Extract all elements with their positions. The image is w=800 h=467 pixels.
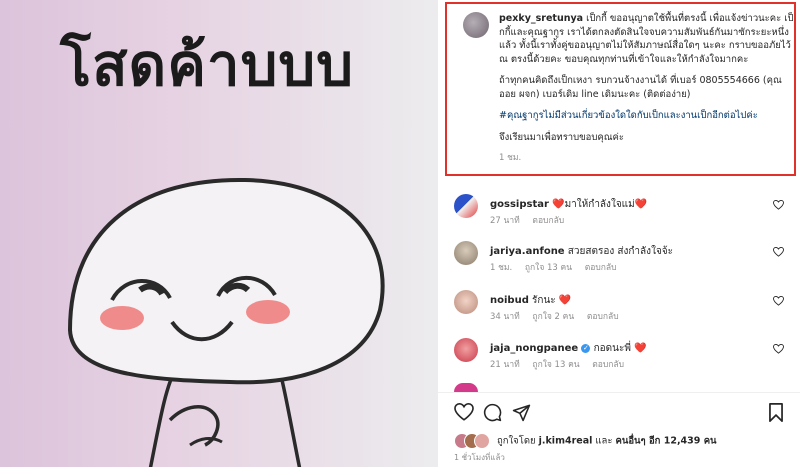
comment-avatar[interactable] <box>454 194 478 218</box>
likes-others[interactable]: คนอื่นๆ อีก 12,439 คน <box>616 436 717 447</box>
smiling-blob-sticker <box>67 177 385 467</box>
divider <box>438 392 800 393</box>
comment-item: jaja_nongpanee ✓ กอดนะพี่ ❤️ 21 นาที ถูก… <box>438 338 800 378</box>
comment-item: jariya.anfone สวยสตรอง ส่งกำลังใจจ้ะ 1 ช… <box>438 241 800 281</box>
caption-closing: จึงเรียนมาเพื่อทราบขอบคุณค่ะ <box>499 131 625 143</box>
heart-outline-icon[interactable] <box>773 344 784 354</box>
reply-button[interactable]: ตอบกลับ <box>587 312 619 322</box>
caption-timestamp: 1 ชม. <box>499 153 522 163</box>
verified-badge-icon: ✓ <box>581 344 591 353</box>
comment-time: 21 นาที <box>490 360 520 370</box>
comment-username[interactable]: gossipstar <box>490 199 549 210</box>
comment-likes[interactable]: ถูกใจ 13 คน <box>525 263 572 273</box>
post-sidebar: pexky_sretunya เป็กกี้ ขออนุญาตใช้พื้นที… <box>438 0 800 467</box>
heart-icon[interactable] <box>454 403 474 421</box>
reply-button[interactable]: ตอบกลับ <box>532 216 564 226</box>
caption-author-avatar[interactable] <box>463 12 489 38</box>
comment-username[interactable]: jariya.anfone <box>490 246 565 257</box>
comment-username[interactable]: jaja_nongpanee <box>490 343 578 354</box>
comment-avatar[interactable] <box>454 290 478 314</box>
comment-time: 34 นาที <box>490 312 520 322</box>
caption-paragraph-2: ถ้าทุกคนคิดถึงเป็กเหงา รบกวนจ้างงานได้ ท… <box>499 75 782 100</box>
comment-avatar[interactable] <box>454 338 478 362</box>
comment-time: 1 ชม. <box>490 263 513 273</box>
comment-text: สวยสตรอง ส่งกำลังใจจ้ะ <box>567 246 674 257</box>
caption-highlight: pexky_sretunya เป็กกี้ ขออนุญาตใช้พื้นที… <box>445 2 796 176</box>
comment-text: ❤️มาให้กำลังใจแม่❤️ <box>552 199 648 210</box>
comment-item: noibud รักนะ ❤️ 34 นาที ถูกใจ 2 คน ตอบกล… <box>438 290 800 330</box>
share-icon[interactable] <box>512 403 531 422</box>
comment-likes[interactable]: ถูกใจ 13 คน <box>532 360 579 370</box>
likes-user[interactable]: j.kim4real <box>539 436 593 447</box>
comment-username[interactable]: noibud <box>490 295 529 306</box>
likes-middle: และ <box>595 435 613 447</box>
caption: pexky_sretunya เป็กกี้ ขออนุญาตใช้พื้นที… <box>499 12 797 166</box>
comment-icon[interactable] <box>483 403 502 422</box>
reply-button[interactable]: ตอบกลับ <box>585 263 617 273</box>
heart-outline-icon[interactable] <box>773 296 784 306</box>
likes-prefix: ถูกใจโดย <box>497 435 536 447</box>
action-bar <box>454 403 784 425</box>
bookmark-icon[interactable] <box>768 403 784 422</box>
comment-avatar[interactable] <box>454 383 478 392</box>
comment-time: 27 นาที <box>490 216 520 226</box>
comment-text: กอดนะพี่ ❤️ <box>593 343 647 354</box>
comment-text: รักนะ ❤️ <box>532 295 572 306</box>
caption-username[interactable]: pexky_sretunya <box>499 13 583 24</box>
comment-likes[interactable]: ถูกใจ 2 คน <box>532 312 574 322</box>
caption-hashtag[interactable]: #คุณฐากูรไม่มีส่วนเกี่ยวข้องใดใดกับเป็กแ… <box>499 109 797 123</box>
comment-avatar[interactable] <box>454 241 478 265</box>
post-image[interactable]: โสดค้าบบบ <box>0 0 438 467</box>
likes-summary[interactable]: ถูกใจโดย j.kim4real และ คนอื่นๆ อีก 12,4… <box>454 433 717 449</box>
heart-outline-icon[interactable] <box>773 200 784 210</box>
liker-avatars <box>454 433 490 449</box>
comment-item: gossipstar ❤️มาให้กำลังใจแม่❤️ 27 นาที ต… <box>438 194 800 234</box>
heart-outline-icon[interactable] <box>773 247 784 257</box>
post-timestamp[interactable]: 1 ชั่วโมงที่แล้ว <box>454 451 505 464</box>
reply-button[interactable]: ตอบกลับ <box>592 360 624 370</box>
